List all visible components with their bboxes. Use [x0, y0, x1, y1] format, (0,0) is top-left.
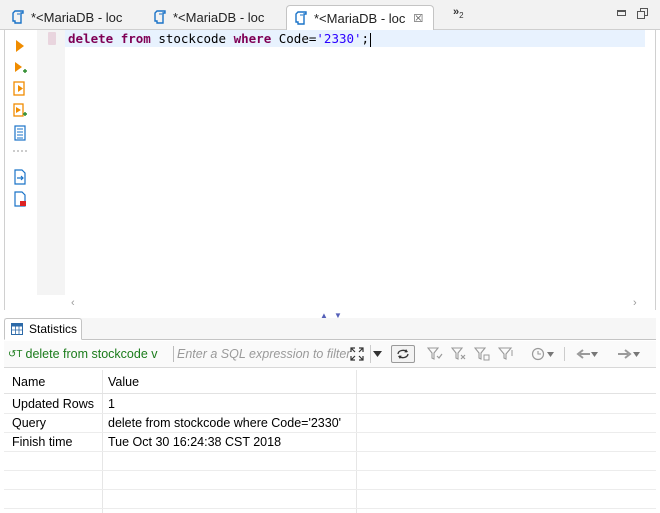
text-caret: [370, 32, 372, 47]
empty-row: [4, 471, 656, 490]
navigate-forward-dropdown[interactable]: [612, 345, 644, 363]
clock-icon: [531, 347, 544, 361]
dbeaver-window: *<MariaDB - loc *<MariaDB - loc *<MariaD…: [0, 0, 660, 513]
filter-settings-icon[interactable]: [473, 345, 491, 363]
toolbar-separator: [564, 347, 565, 361]
execute-script-new-tab-icon[interactable]: [13, 103, 27, 119]
editor-tab-1-label: *<MariaDB - loc: [31, 9, 123, 25]
clear-filter-icon[interactable]: [450, 345, 468, 363]
row-name-cell: Query: [12, 416, 47, 430]
row-value-cell: delete from stockcode where Code='2330': [108, 416, 342, 430]
row-name-cell: Finish time: [12, 435, 73, 449]
auto-refresh-dropdown[interactable]: [528, 345, 556, 363]
editor-tab-1[interactable]: *<MariaDB - loc: [4, 4, 142, 30]
statistics-table: Name Value Updated Rows 1 Query delete f…: [4, 370, 656, 513]
tab-statistics[interactable]: Statistics: [4, 318, 82, 340]
overflow-count: 2: [459, 11, 464, 21]
maximize-icon[interactable]: [637, 8, 648, 19]
minimize-icon[interactable]: [617, 10, 626, 16]
explain-plan-icon[interactable]: [13, 125, 27, 141]
editor-tab-bar: *<MariaDB - loc *<MariaDB - loc *<MariaD…: [0, 0, 660, 31]
results-filter-bar: ↺T delete from stockcode v: [4, 341, 656, 368]
query-combo[interactable]: ↺T delete from stockcode v: [8, 344, 172, 364]
table-header: Name Value: [4, 370, 656, 394]
filter-history-dropdown-icon[interactable]: [370, 345, 384, 363]
editor-tab-2[interactable]: *<MariaDB - loc: [146, 4, 284, 30]
query-combo-text: delete from stockcode v: [25, 347, 158, 361]
chevron-down-icon: [590, 351, 598, 357]
sql-script-icon: [295, 11, 307, 25]
filter-separator: [173, 346, 174, 362]
scroll-left-icon[interactable]: ‹: [71, 297, 75, 309]
semicolon-token: ;: [361, 31, 370, 46]
keyword-where: where: [233, 31, 272, 46]
export-results-icon[interactable]: [13, 169, 27, 185]
keyword-from: from: [120, 31, 151, 46]
editor-tab-3[interactable]: *<MariaDB - loc ☒: [286, 5, 434, 31]
refresh-button[interactable]: [391, 345, 415, 363]
row-value-cell: Tue Oct 30 16:24:38 CST 2018: [108, 435, 282, 449]
refresh-icon: [397, 349, 409, 359]
empty-row: [4, 452, 656, 471]
current-line-marker: [48, 32, 56, 45]
sql-script-icon: [12, 9, 24, 24]
execute-statement-icon[interactable]: [13, 38, 27, 54]
empty-row: [4, 490, 656, 509]
sql-script-icon: [154, 9, 166, 24]
sql-editor-area: delete from stockcode where Code='2330';…: [4, 30, 656, 310]
execute-script-icon[interactable]: [13, 81, 27, 97]
panel-sash[interactable]: ▲ ▼: [0, 310, 660, 320]
line-gutter: [37, 30, 65, 295]
query-text-icon: ↺T: [8, 348, 23, 360]
table-row[interactable]: Finish time Tue Oct 30 16:24:38 CST 2018: [4, 433, 656, 452]
string-literal-token: '2330': [316, 31, 362, 46]
results-tab-bar: Statistics: [4, 318, 656, 340]
custom-filter-icon[interactable]: [497, 345, 515, 363]
table-row[interactable]: Query delete from stockcode where Code='…: [4, 414, 656, 433]
chevron-down-icon: [546, 351, 554, 357]
execute-in-new-tab-icon[interactable]: [13, 60, 27, 76]
filter-input[interactable]: [177, 344, 352, 364]
arrow-left-icon: [575, 349, 590, 359]
close-tab-icon[interactable]: ☒: [413, 12, 423, 25]
editor-tab-2-label: *<MariaDB - loc: [173, 9, 265, 25]
column-token: Code=: [271, 31, 317, 46]
editor-side-toolbar: [5, 30, 37, 310]
sql-code-line[interactable]: delete from stockcode where Code='2330';: [68, 31, 372, 47]
row-value-cell: 1: [108, 397, 115, 411]
close-results-icon[interactable]: [13, 191, 27, 207]
table-grid-icon: [11, 323, 23, 335]
editor-tab-3-label: *<MariaDB - loc: [314, 11, 406, 26]
navigate-back-dropdown[interactable]: [572, 345, 600, 363]
table-row[interactable]: Updated Rows 1: [4, 395, 656, 414]
chevron-down-icon: [632, 351, 640, 357]
table-name-token: stockcode: [150, 31, 234, 46]
toolbar-separator-icon: [13, 150, 27, 152]
column-header-value[interactable]: Value: [108, 370, 139, 394]
scroll-right-icon[interactable]: ›: [633, 297, 637, 309]
horizontal-scrollbar[interactable]: ‹ ›: [37, 296, 647, 310]
apply-filter-icon[interactable]: [426, 345, 444, 363]
expand-filter-icon[interactable]: [348, 345, 366, 363]
keyword-delete: delete: [68, 31, 114, 46]
row-name-cell: Updated Rows: [12, 397, 94, 411]
arrow-right-icon: [617, 349, 632, 359]
column-header-name[interactable]: Name: [12, 370, 45, 394]
tab-overflow-button[interactable]: »2: [453, 6, 464, 20]
tab-statistics-label: Statistics: [29, 322, 78, 336]
